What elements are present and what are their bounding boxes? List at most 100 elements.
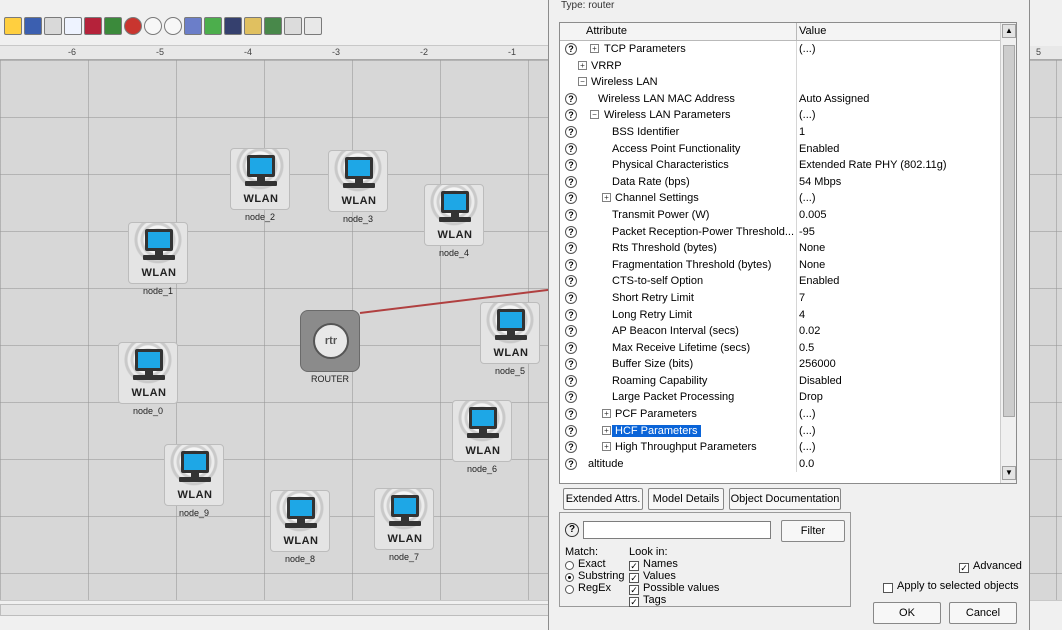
substring-label[interactable]: Substring — [578, 570, 624, 582]
save-icon[interactable] — [24, 17, 42, 35]
attr-value[interactable]: 0.005 — [799, 209, 827, 221]
wlan-node-5[interactable]: WLAN node_5 — [480, 302, 540, 376]
attr-value[interactable]: (...) — [799, 109, 816, 121]
help-icon[interactable]: ? — [565, 325, 577, 338]
help-icon[interactable]: ? — [565, 43, 577, 55]
possible-values-checkbox[interactable]: ✓ — [629, 585, 639, 595]
wlan-node-1[interactable]: WLAN node_1 — [128, 222, 188, 296]
help-icon[interactable]: ? — [565, 391, 577, 404]
vertical-scrollbar[interactable]: ▲ ▼ — [1000, 23, 1016, 483]
attr-value[interactable]: 54 Mbps — [799, 176, 841, 188]
attr-value[interactable]: Enabled — [799, 275, 839, 287]
help-icon[interactable]: ? — [565, 408, 577, 421]
names-checkbox[interactable]: ✓ — [629, 561, 639, 571]
wlan-node-4[interactable]: WLAN node_4 — [424, 184, 484, 258]
help-icon[interactable]: ? — [565, 275, 577, 288]
exact-radio[interactable] — [565, 561, 574, 570]
attr-row[interactable]: ? BSS Identifier 1 — [560, 123, 1000, 141]
help-icon[interactable]: ? — [565, 291, 577, 304]
help-icon[interactable]: ? — [565, 92, 577, 105]
results-icon[interactable] — [224, 17, 242, 35]
attr-value[interactable]: 1 — [799, 126, 805, 138]
attr-value[interactable]: 0.02 — [799, 325, 820, 337]
wlan-node-2[interactable]: WLAN node_2 — [230, 148, 290, 222]
scroll-up-icon[interactable]: ▲ — [1002, 24, 1016, 38]
attr-row-vrrp[interactable]: + VRRP — [560, 57, 1000, 75]
scroll-down-icon[interactable]: ▼ — [1002, 466, 1016, 480]
collapse-icon[interactable]: − — [578, 77, 587, 87]
select-icon[interactable] — [64, 17, 82, 35]
attr-row[interactable]: ? Max Receive Lifetime (secs) 0.5 — [560, 339, 1000, 357]
attr-value[interactable]: -95 — [799, 226, 815, 238]
cancel-button[interactable]: Cancel — [949, 602, 1017, 624]
attr-row[interactable]: ? Roaming Capability Disabled — [560, 372, 1000, 390]
statistics-icon[interactable] — [104, 17, 122, 35]
help-icon[interactable]: ? — [565, 142, 577, 155]
help-icon[interactable]: ? — [565, 457, 577, 470]
help-icon[interactable]: ? — [565, 242, 577, 255]
print-icon[interactable] — [44, 17, 62, 35]
horizontal-scrollbar[interactable] — [0, 604, 560, 616]
attr-value[interactable]: Enabled — [799, 143, 839, 155]
help-icon[interactable]: ? — [565, 424, 577, 437]
attr-row[interactable]: ? Access Point Functionality Enabled — [560, 140, 1000, 158]
attr-value[interactable]: (...) — [799, 441, 816, 453]
possible-values-label[interactable]: Possible values — [643, 582, 719, 594]
attr-row[interactable]: ? Transmit Power (W) 0.005 — [560, 206, 1000, 224]
wlan-node-8[interactable]: WLAN node_8 — [270, 490, 330, 564]
help-icon[interactable]: ? — [565, 308, 577, 321]
attr-row-wireless-lan[interactable]: − Wireless LAN — [560, 74, 1000, 91]
attr-row[interactable]: ? altitude 0.0 — [560, 455, 1000, 473]
attr-row[interactable]: ? + High Throughput Parameters (...) — [560, 439, 1000, 456]
attr-row-tcp[interactable]: ? + TCP Parameters (...) — [560, 41, 1000, 58]
expand-icon[interactable]: + — [602, 193, 611, 203]
zoom-in-icon[interactable] — [144, 17, 162, 35]
attr-value[interactable]: (...) — [799, 192, 816, 204]
substring-radio[interactable] — [565, 573, 574, 582]
attr-row[interactable]: ? Rts Threshold (bytes) None — [560, 240, 1000, 257]
attr-row[interactable]: ? + PCF Parameters (...) — [560, 406, 1000, 423]
attr-row[interactable]: ? CTS-to-self Option Enabled — [560, 273, 1000, 290]
help-icon[interactable]: ? — [565, 341, 577, 354]
help-icon[interactable]: ? — [565, 225, 577, 238]
event-icon[interactable] — [184, 17, 202, 35]
attr-row[interactable]: ? Buffer Size (bits) 256000 — [560, 356, 1000, 373]
attr-value[interactable]: (...) — [799, 425, 816, 437]
attr-value[interactable]: 0.5 — [799, 342, 814, 354]
open-folder-icon[interactable] — [4, 17, 22, 35]
attr-row-selected[interactable]: ? + HCF Parameters (...) — [560, 422, 1000, 440]
attribute-column-header[interactable]: Attribute — [586, 25, 627, 37]
expand-icon[interactable]: + — [602, 425, 611, 435]
wlan-node-0[interactable]: WLAN node_0 — [118, 342, 178, 416]
model-details-button[interactable]: Model Details — [648, 488, 724, 510]
expand-icon[interactable]: + — [590, 44, 599, 53]
object-documentation-button[interactable]: Object Documentation — [729, 488, 841, 510]
attr-row[interactable]: ? Physical Characteristics Extended Rate P… — [560, 157, 1000, 174]
advanced-checkbox[interactable]: ✓ — [959, 563, 969, 573]
exact-label[interactable]: Exact — [578, 558, 606, 570]
help-icon[interactable]: ? — [565, 374, 577, 387]
attr-value[interactable]: 4 — [799, 309, 805, 321]
values-checkbox[interactable]: ✓ — [629, 573, 639, 583]
attr-row[interactable]: ? Short Retry Limit 7 — [560, 289, 1000, 307]
attr-row[interactable]: ? + Channel Settings (...) — [560, 190, 1000, 207]
configure-icon[interactable] — [84, 17, 102, 35]
attr-value[interactable]: 256000 — [799, 358, 836, 370]
attribute-grid[interactable]: Attribute Value ? + TCP Parameters (...) + V… — [559, 22, 1017, 484]
apply-selected-checkbox[interactable] — [883, 583, 893, 593]
attr-value[interactable]: None — [799, 259, 825, 271]
advanced-label[interactable]: Advanced — [973, 560, 1022, 572]
run-simulation-icon[interactable] — [204, 17, 222, 35]
attr-value[interactable]: 0.0 — [799, 458, 814, 470]
attr-value[interactable]: (...) — [799, 408, 816, 420]
failure-icon[interactable] — [124, 17, 142, 35]
help-icon[interactable]: ? — [565, 192, 577, 205]
help-icon[interactable]: ? — [565, 125, 577, 138]
attr-value[interactable]: 7 — [799, 292, 805, 304]
value-column-header[interactable]: Value — [799, 25, 826, 37]
values-label[interactable]: Values — [643, 570, 676, 582]
graph-icon[interactable] — [264, 17, 282, 35]
help-icon[interactable]: ? — [565, 175, 577, 188]
regex-label[interactable]: RegEx — [578, 582, 611, 594]
apply-selected-label[interactable]: Apply to selected objects — [897, 580, 1019, 592]
